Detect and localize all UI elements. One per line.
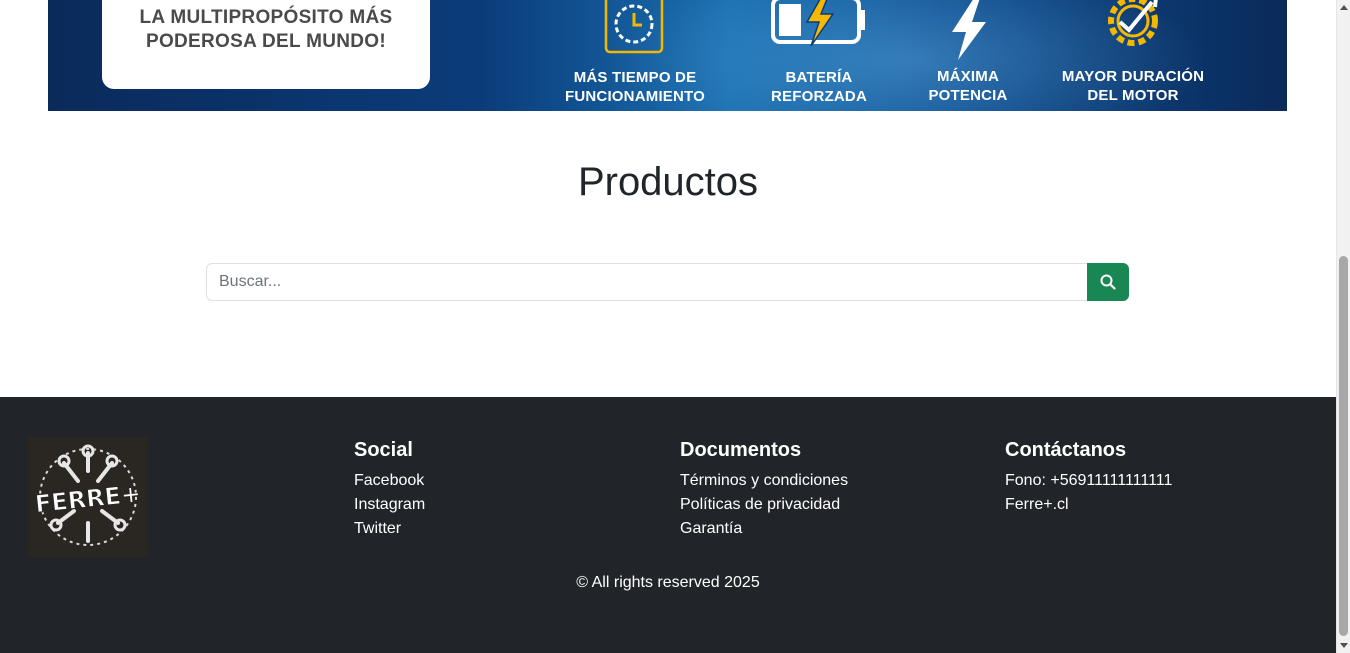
- footer-documents: Documentos Términos y condiciones Políti…: [680, 437, 848, 541]
- promo-banner[interactable]: 0240 LA MULTIPROPÓSITO MÁS PODEROSA DEL …: [48, 0, 1287, 111]
- search-button[interactable]: [1087, 263, 1129, 301]
- promo-tagline-line2: PODEROSA DEL MUNDO!: [145, 31, 387, 52]
- page-scrollbar[interactable]: [1336, 0, 1350, 653]
- twitter-link[interactable]: Twitter: [354, 517, 425, 541]
- feature-motor-line1: MAYOR DURACIÓN: [1061, 68, 1205, 85]
- scroll-up-arrow-icon[interactable]: [1340, 5, 1348, 10]
- footer-social: Social Facebook Instagram Twitter: [354, 437, 425, 541]
- contact-heading: Contáctanos: [1005, 439, 1127, 461]
- feature-power-line2: POTENCIA: [928, 87, 1008, 104]
- feature-runtime: MÁS TIEMPO DE FUNCIONAMIENTO: [558, 0, 712, 111]
- battery-icon: [771, 0, 865, 46]
- search-input[interactable]: [206, 263, 1087, 301]
- feature-battery-line2: REFORZADA: [771, 88, 867, 105]
- feature-motor: MAYOR DURACIÓN DEL MOTOR: [1048, 0, 1218, 111]
- website-link[interactable]: Ferre+.cl: [1005, 493, 1172, 517]
- feature-power: MÁXIMA POTENCIA: [908, 0, 1028, 111]
- documents-heading: Documentos: [680, 439, 802, 461]
- terms-link[interactable]: Términos y condiciones: [680, 469, 848, 493]
- scroll-down-arrow-icon[interactable]: [1340, 643, 1348, 648]
- search-icon: [1100, 274, 1116, 290]
- warranty-link[interactable]: Garantía: [680, 517, 848, 541]
- feature-runtime-line2: FUNCIONAMIENTO: [564, 88, 706, 105]
- copyright-text: © All rights reserved 2025: [576, 574, 760, 591]
- footer-contact: Contáctanos Fono: +56911111111111 Ferre+…: [1005, 437, 1172, 517]
- page-title: Productos: [577, 160, 759, 204]
- facebook-link[interactable]: Facebook: [354, 469, 425, 493]
- feature-power-line1: MÁXIMA: [936, 68, 1000, 85]
- contact-phone: Fono: +56911111111111: [1005, 472, 1173, 489]
- promo-tagline: LA MULTIPROPÓSITO MÁS PODEROSA DEL MUNDO…: [102, 6, 430, 54]
- privacy-link[interactable]: Políticas de privacidad: [680, 493, 848, 517]
- tools-emblem-icon: FERRE+: [33, 444, 143, 546]
- site-footer: FERRE+ Social Facebook Instagram Twitter…: [0, 397, 1336, 653]
- gear-check-icon: [1108, 0, 1158, 46]
- clock-icon: [604, 0, 664, 54]
- ferre-logo[interactable]: FERRE+: [28, 437, 148, 557]
- feature-battery: BATERÍA REFORZADA: [744, 0, 894, 111]
- scroll-thumb[interactable]: [1339, 256, 1348, 636]
- lightning-icon: [952, 0, 986, 60]
- promo-tagline-line1: LA MULTIPROPÓSITO MÁS: [139, 7, 393, 28]
- instagram-link[interactable]: Instagram: [354, 493, 425, 517]
- feature-runtime-line1: MÁS TIEMPO DE: [573, 69, 697, 86]
- search-bar: [206, 263, 1129, 301]
- logo-text: FERRE+: [34, 480, 143, 519]
- promo-card: 0240 LA MULTIPROPÓSITO MÁS PODEROSA DEL …: [102, 0, 430, 89]
- feature-battery-line1: BATERÍA: [785, 69, 853, 86]
- feature-motor-line2: DEL MOTOR: [1087, 87, 1179, 104]
- social-heading: Social: [354, 439, 413, 461]
